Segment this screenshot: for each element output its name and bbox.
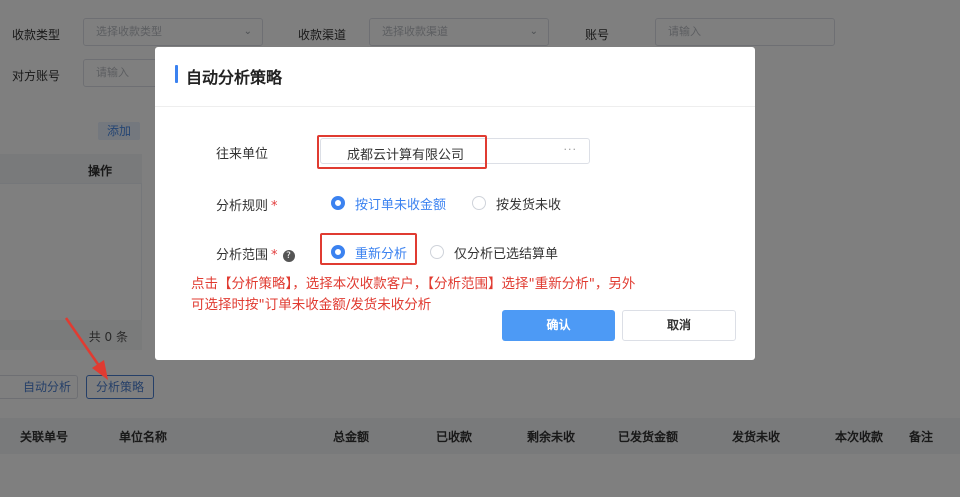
title-divider [155, 106, 755, 107]
more-icon[interactable]: ··· [564, 143, 578, 156]
scope-label: 分析范围 [216, 248, 269, 263]
confirm-button[interactable]: 确认 [502, 310, 615, 341]
help-icon[interactable]: ? [282, 250, 295, 262]
scope-label-row: 分析范围 *? [216, 244, 295, 263]
radio-label: 按发货未收 [496, 198, 562, 213]
radio-label: 按订单未收金额 [355, 198, 447, 213]
auto-analysis-strategy-dialog: 自动分析策略 往来单位 成都云计算有限公司 ··· 分析规则 * 按订单未收金额 … [155, 47, 755, 360]
annotation-line: 点击【分析策略】，选择本次收款客户，【分析范围】选择"重新分析"，另外 [191, 276, 636, 292]
rule-label: 分析规则 [216, 199, 269, 214]
rule-label-row: 分析规则 * [216, 195, 278, 214]
radio-unchecked-icon [430, 245, 444, 259]
radio-checked-icon [331, 196, 345, 210]
radio-unchecked-icon [472, 196, 486, 210]
required-mark: * [271, 248, 278, 263]
highlight-box-unit [317, 135, 487, 169]
title-accent-bar [175, 65, 178, 83]
required-mark: * [271, 199, 278, 214]
highlight-box-scope [320, 233, 417, 265]
unit-label: 往来单位 [216, 147, 269, 162]
radio-label: 仅分析已选结算单 [454, 247, 559, 262]
cancel-button[interactable]: 取消 [622, 310, 736, 341]
dialog-title: 自动分析策略 [186, 68, 283, 87]
